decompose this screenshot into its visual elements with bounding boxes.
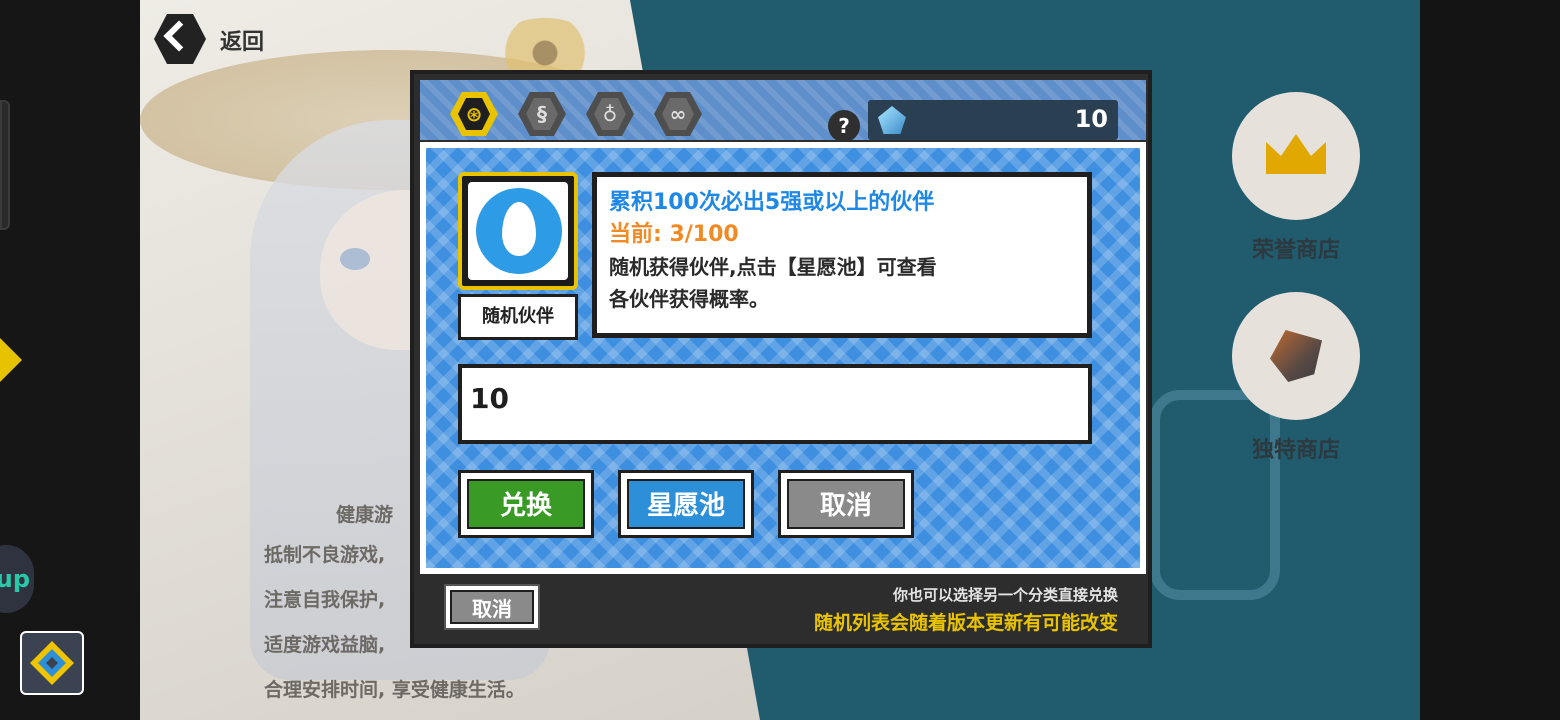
general-category-icon: ⊛: [465, 102, 483, 126]
item-icon-frame: [458, 172, 578, 290]
help-button[interactable]: ?: [828, 110, 860, 142]
health-notice-line: 注意自我保护,: [264, 589, 386, 611]
item-icon-background: [468, 182, 568, 280]
health-notice-line: 适度游戏益脑,: [264, 634, 386, 656]
item-icon-circle: [476, 188, 562, 274]
edge-handle[interactable]: [0, 100, 10, 230]
screen: 返回 健康游 抵制不良游戏, 注意自我保护, 适度游戏益脑, 合理安排时间, 享…: [0, 0, 1560, 720]
cancel-button[interactable]: 取消: [778, 470, 914, 538]
exchange-button[interactable]: 兑换: [458, 470, 594, 538]
tab-infinity[interactable]: ∞: [654, 92, 702, 136]
unique-shop-label: 独特商店: [1251, 438, 1340, 463]
guarantee-text: 累积100次必出5强或以上的伙伴: [609, 190, 935, 215]
bag-category-icon: ♁: [602, 102, 618, 126]
item-description: 累积100次必出5强或以上的伙伴 当前: 3/100 随机获得伙伴,点击【星愿池…: [592, 172, 1092, 338]
dialog-body-panel: 随机伙伴 累积100次必出5强或以上的伙伴 当前: 3/100 随机获得伙伴,点…: [426, 148, 1140, 568]
exchange-dialog: ⊛ § ♁ ∞ ? 10 随机伙伴 累积100次必出5强或以上的伙伴 当前: 3…: [410, 70, 1152, 648]
back-label[interactable]: 返回: [220, 24, 264, 56]
honor-shop-badge[interactable]: [1232, 92, 1360, 220]
health-notice-line: 合理安排时间, 享受健康生活。: [264, 679, 525, 701]
currency-value: 10: [1074, 105, 1108, 133]
diamond-logo-icon: [30, 641, 74, 685]
cancel-button-label[interactable]: 取消: [787, 479, 905, 529]
ore-icon: [1270, 330, 1322, 382]
wish-pool-button-label[interactable]: 星愿池: [627, 479, 745, 529]
right-letterbox: [1420, 0, 1560, 720]
honor-shop-label: 荣誉商店: [1251, 238, 1340, 263]
category-hint: 你也可以选择另一个分类直接兑换: [892, 586, 1118, 604]
crystal-icon: [878, 106, 906, 134]
health-notice-line: 健康游: [336, 504, 394, 526]
egg-icon: [502, 202, 536, 256]
quantity-input[interactable]: 10: [458, 364, 1092, 444]
currency-display: 10: [868, 100, 1118, 140]
footer-cancel-label[interactable]: 取消: [450, 590, 534, 624]
list-change-notice: 随机列表会随着版本更新有可能改变: [813, 612, 1118, 634]
tab-dragon[interactable]: §: [518, 92, 566, 136]
honor-shop[interactable]: 荣誉商店: [1232, 92, 1360, 264]
footer-cancel-button[interactable]: 取消: [444, 584, 540, 630]
unique-shop-badge[interactable]: [1232, 292, 1360, 420]
item-label: 随机伙伴: [458, 294, 578, 340]
progress-text: 当前: 3/100: [609, 222, 739, 247]
health-notice-line: 抵制不良游戏,: [264, 544, 386, 566]
dialog-body: 随机伙伴 累积100次必出5强或以上的伙伴 当前: 3/100 随机获得伙伴,点…: [420, 142, 1146, 574]
app-shortcut-icon[interactable]: [20, 631, 84, 695]
infinity-category-icon: ∞: [669, 102, 687, 126]
crown-icon: [1266, 134, 1326, 174]
description-line: 各伙伴获得概率。: [609, 287, 769, 311]
description-line: 随机获得伙伴,点击【星愿池】可查看: [609, 255, 937, 279]
wish-pool-button[interactable]: 星愿池: [618, 470, 754, 538]
tab-general[interactable]: ⊛: [450, 92, 498, 136]
dialog-footer: 取消 你也可以选择另一个分类直接兑换 随机列表会随着版本更新有可能改变: [420, 580, 1146, 642]
unique-shop[interactable]: 独特商店: [1232, 292, 1360, 464]
exchange-button-label[interactable]: 兑换: [467, 479, 585, 529]
dragon-category-icon: §: [537, 102, 547, 126]
dialog-header: ⊛ § ♁ ∞ ? 10: [420, 80, 1146, 142]
tab-bag[interactable]: ♁: [586, 92, 634, 136]
character-eye-left: [340, 248, 370, 270]
game-view: 返回 健康游 抵制不良游戏, 注意自我保护, 适度游戏益脑, 合理安排时间, 享…: [140, 0, 1420, 720]
expand-arrow-icon[interactable]: [0, 338, 22, 382]
